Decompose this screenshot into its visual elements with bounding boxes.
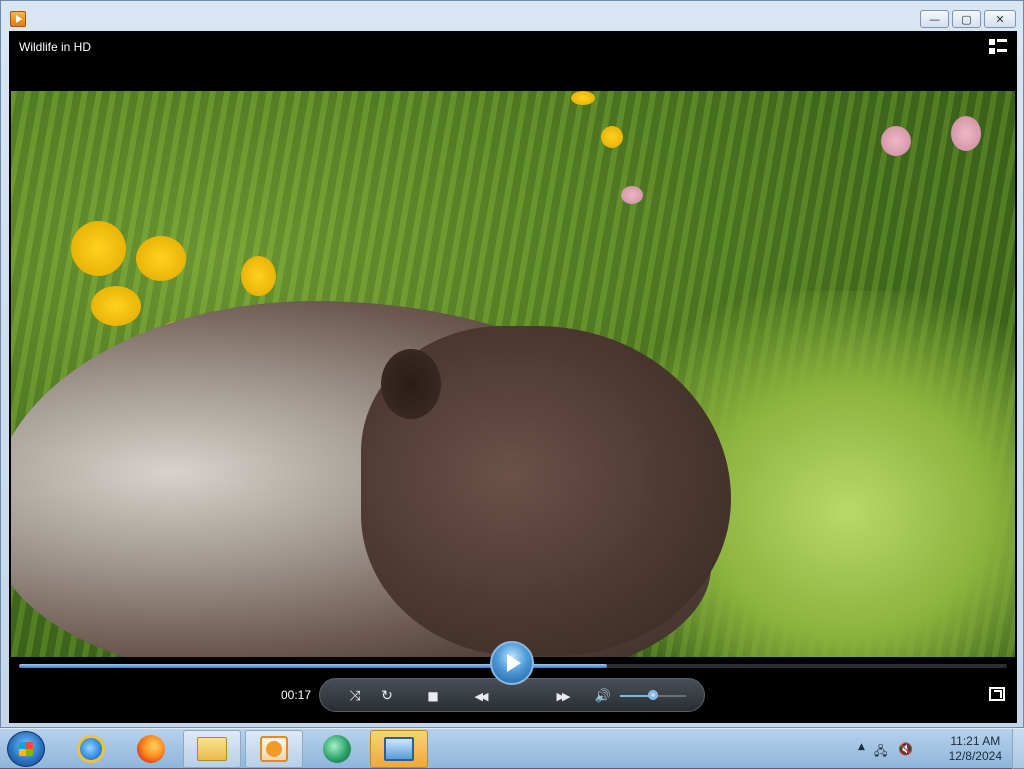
maximize-button[interactable]: ▢ bbox=[952, 10, 981, 28]
system-tray: ▲ 🖧 🔇 11:21 AM 12/8/2024 bbox=[854, 729, 1024, 769]
network-icon[interactable]: 🖧 bbox=[874, 742, 887, 763]
shuffle-button[interactable]: ⤨ bbox=[342, 679, 368, 713]
clock[interactable]: 11:21 AM 12/8/2024 bbox=[949, 734, 1002, 764]
close-button[interactable]: ✕ bbox=[984, 10, 1016, 28]
stop-button[interactable]: ■ bbox=[420, 679, 446, 713]
media-player-icon bbox=[260, 736, 288, 762]
minimize-button[interactable]: — bbox=[920, 10, 949, 28]
media-player-app-icon[interactable] bbox=[10, 11, 26, 27]
media-center-icon bbox=[323, 735, 351, 763]
elapsed-time: 00:17 bbox=[281, 688, 312, 702]
clock-time: 11:21 AM bbox=[950, 734, 1001, 748]
show-desktop-button[interactable] bbox=[1012, 729, 1024, 769]
marmot-ear bbox=[381, 349, 441, 419]
remote-desktop-icon bbox=[384, 737, 414, 761]
video-frame[interactable] bbox=[11, 91, 1015, 657]
firefox-icon bbox=[137, 735, 165, 763]
taskbar-windows-explorer[interactable] bbox=[183, 730, 241, 768]
volume-muted-icon[interactable]: 🔇 bbox=[898, 742, 913, 756]
switch-to-library-icon[interactable] bbox=[989, 39, 1007, 55]
taskbar-firefox[interactable] bbox=[122, 730, 180, 768]
previous-button[interactable]: ◀◀ bbox=[460, 679, 500, 713]
play-button[interactable] bbox=[490, 641, 534, 685]
taskbar-internet-explorer[interactable] bbox=[62, 730, 120, 768]
title-bar[interactable]: — ▢ ✕ bbox=[1, 1, 1023, 31]
next-button[interactable]: ▶▶ bbox=[542, 679, 582, 713]
media-player-window: — ▢ ✕ Wildlife in HD 00:17 ⤨ ↻ ■ ◀◀ ▶▶ 🔊 bbox=[0, 0, 1024, 728]
taskbar: ▲ 🖧 🔇 11:21 AM 12/8/2024 bbox=[0, 728, 1024, 769]
player-area: Wildlife in HD 00:17 ⤨ ↻ ■ ◀◀ ▶▶ 🔊 bbox=[9, 31, 1017, 723]
fullscreen-button[interactable] bbox=[989, 687, 1005, 701]
clock-date: 12/8/2024 bbox=[948, 749, 1002, 763]
taskbar-media-center[interactable] bbox=[308, 730, 366, 768]
video-title: Wildlife in HD bbox=[19, 40, 92, 54]
repeat-button[interactable]: ↻ bbox=[374, 679, 400, 713]
folder-icon bbox=[197, 737, 227, 761]
start-button[interactable] bbox=[7, 731, 45, 767]
internet-explorer-icon bbox=[77, 735, 105, 763]
mute-button[interactable]: 🔊 bbox=[590, 679, 616, 713]
taskbar-windows-media-player[interactable] bbox=[245, 730, 303, 768]
window-controls: — ▢ ✕ bbox=[920, 10, 1016, 28]
show-hidden-icons-chevron[interactable]: ▲ bbox=[858, 742, 865, 752]
taskbar-remote-desktop[interactable] bbox=[370, 730, 428, 768]
volume-knob[interactable] bbox=[648, 690, 658, 700]
